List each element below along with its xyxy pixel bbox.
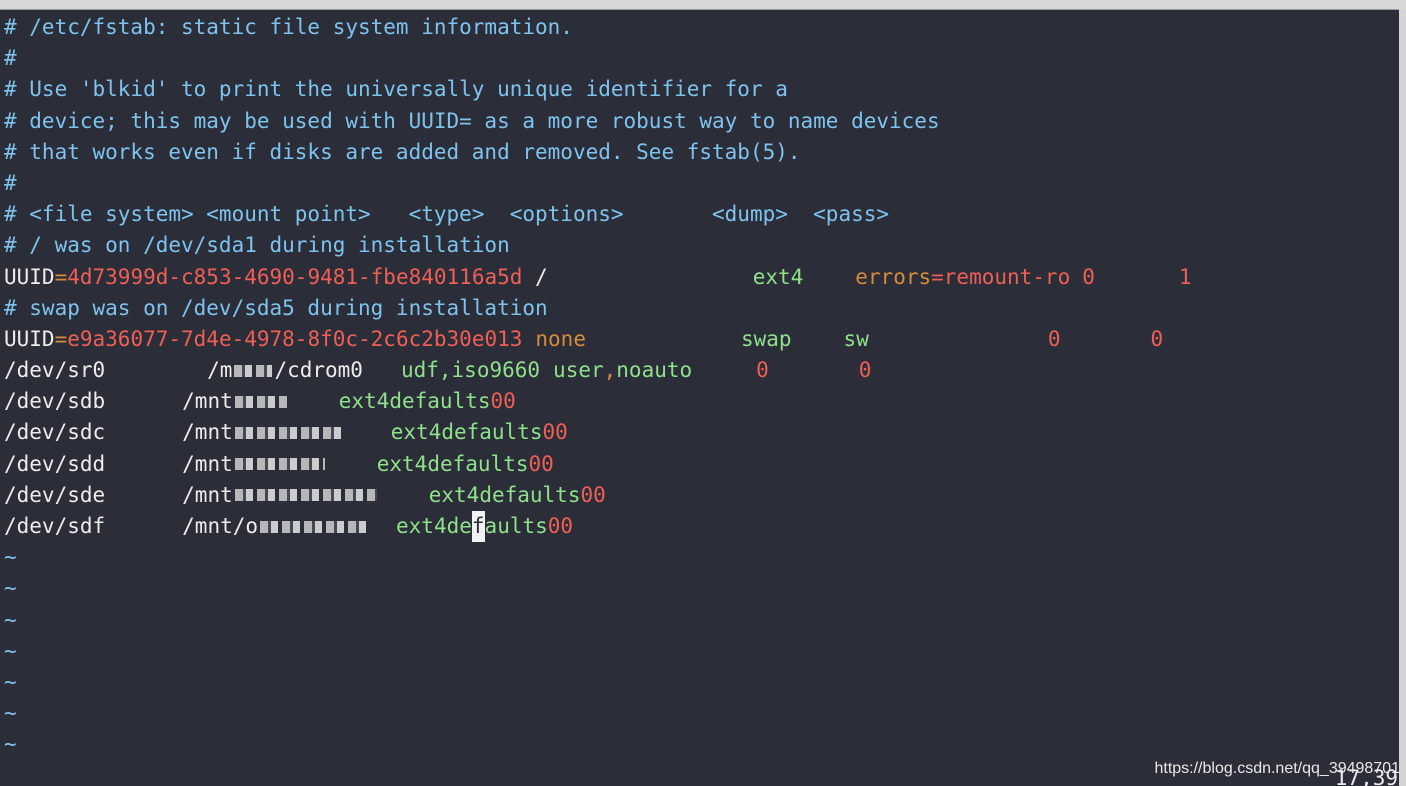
dump-value: 0 — [756, 358, 769, 383]
empty-line-tilde: ~ — [4, 638, 17, 663]
fs-type: ext4 — [752, 264, 804, 289]
fs-type: ext4 — [390, 420, 442, 445]
comment-line: # <file system> <mount point> <type> <op… — [4, 202, 890, 227]
comment-line: # swap was on /dev/sda5 during installat… — [4, 295, 548, 320]
pass-value: 1 — [1178, 264, 1192, 289]
empty-line-tilde: ~ — [4, 732, 17, 757]
empty-line-tilde: ~ — [4, 701, 17, 726]
redacted-text — [234, 395, 287, 408]
uuid-key: UUID — [4, 326, 55, 351]
comment-line: # that works even if disks are added and… — [4, 139, 801, 164]
redacted-text — [234, 364, 273, 377]
device-name: /dev/sr0 — [4, 358, 106, 383]
pass-value: 0 — [858, 358, 872, 383]
text-cursor: f — [471, 511, 485, 543]
fs-type: ext4 — [396, 514, 447, 538]
fs-type: ext4 — [338, 389, 390, 414]
pass-value: 0 — [1150, 326, 1164, 351]
fstab-entry-sdb: /dev/sdb/mnt ext4 defaults 0 0 — [0, 386, 1399, 417]
dump-value: 0 — [1047, 326, 1061, 351]
fstab-entry-sdf: /dev/sdf/mnt/o ext4 de f aults 0 0 — [0, 511, 1399, 543]
mount-point: / — [522, 264, 548, 289]
redacted-text — [234, 489, 377, 502]
terminal-window: # /etc/fstab: static file system informa… — [0, 0, 1406, 786]
empty-line-tilde: ~ — [4, 607, 17, 632]
options-value: remount-ro — [943, 264, 1071, 289]
empty-line-tilde: ~ — [4, 669, 17, 694]
vim-editor-buffer[interactable]: # /etc/fstab: static file system informa… — [0, 12, 1399, 786]
window-right-border — [1399, 9, 1406, 786]
device-name: /dev/sdd — [4, 451, 106, 476]
device-name: /dev/sdc — [4, 420, 106, 445]
uuid-value: e9a36077-7d4e-4978-8f0c-2c6c2b30e013 — [67, 326, 523, 351]
redacted-text — [234, 427, 341, 440]
fs-type: ext4 — [376, 451, 428, 476]
fs-type: swap — [740, 326, 792, 351]
empty-line-tilde: ~ — [4, 545, 17, 570]
device-name: /dev/sdf — [4, 514, 106, 538]
comment-line: # /etc/fstab: static file system informa… — [4, 15, 573, 39]
watermark-url: https://blog.csdn.net/qq_39498701 — [1154, 760, 1400, 777]
uuid-value: 4d73999d-c853-4690-9481-fbe840116a5d — [67, 264, 523, 289]
comment-line: # device; this may be used with UUID= as… — [4, 108, 940, 133]
fstab-entry-sde: /dev/sde/mnt ext4 defaults 0 0 — [0, 480, 1399, 511]
options-value: sw — [843, 326, 869, 351]
mount-point: none — [535, 326, 586, 351]
window-titlebar — [0, 0, 1406, 10]
uuid-key: UUID — [4, 264, 55, 289]
fs-type: ext4 — [428, 482, 480, 507]
device-name: /dev/sdb — [4, 389, 106, 414]
redacted-text — [234, 458, 325, 471]
comment-line: # Use 'blkid' to print the universally u… — [4, 77, 788, 102]
fstab-entry-sdc: /dev/sdc/mnt ext4 defaults 0 0 — [0, 417, 1399, 448]
comment-line: # / was on /dev/sda1 during installation — [4, 233, 510, 258]
fstab-entry-swap: UUID = e9a36077-7d4e-4978-8f0c-2c6c2b30e01… — [0, 324, 1399, 355]
comment-line: # — [4, 170, 17, 195]
options-key: errors — [855, 264, 932, 289]
comment-line: # — [4, 46, 17, 71]
device-name: /dev/sde — [4, 482, 106, 507]
redacted-text — [260, 520, 371, 533]
fstab-entry-sdd: /dev/sdd/mnt ext4 defaults 0 0 — [0, 449, 1399, 480]
dump-value: 0 — [1082, 264, 1095, 289]
fstab-entry-root: UUID = 4d73999d-c853-4690-9481-fbe840116a5… — [0, 262, 1399, 293]
fs-type: udf,iso9660 — [400, 358, 541, 383]
fstab-entry-sr0: /dev/sr0/m/cdrom0 udf,iso9660 user, noauto 0… — [0, 355, 1399, 386]
empty-line-tilde: ~ — [4, 576, 17, 601]
